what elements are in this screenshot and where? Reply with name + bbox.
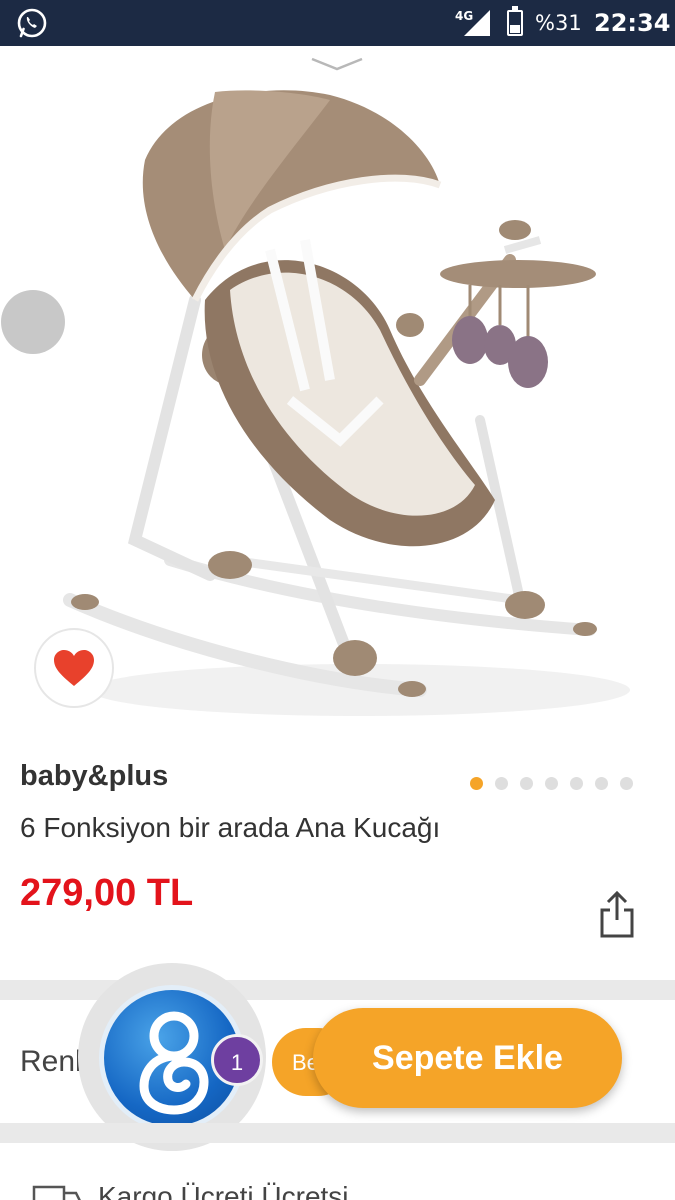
product-brand[interactable]: baby&plus: [20, 760, 168, 793]
pager-dot-7[interactable]: [620, 777, 633, 790]
pager-dot-4[interactable]: [545, 777, 558, 790]
add-to-cart-button[interactable]: Sepete Ekle: [313, 1008, 622, 1108]
favorite-button[interactable]: [34, 628, 114, 708]
pager-dot-2[interactable]: [495, 777, 508, 790]
shipping-row[interactable]: Kargo Ücreti Ücretsi: [0, 1143, 675, 1200]
clock: 22:34: [594, 9, 671, 37]
product-image-gallery[interactable]: [0, 46, 675, 740]
gallery-prev-button[interactable]: [1, 290, 65, 354]
pager-dot-1[interactable]: [470, 777, 483, 790]
product-price: 279,00 TL: [20, 872, 194, 914]
image-pager[interactable]: [470, 777, 633, 790]
share-icon[interactable]: [596, 890, 638, 940]
status-bar: 4G %31 22:34: [0, 0, 675, 46]
product-image: [63, 90, 630, 716]
heart-icon: [54, 650, 94, 686]
signal-icon: [464, 10, 490, 36]
pager-dot-3[interactable]: [520, 777, 533, 790]
notification-badge: 1: [211, 1034, 263, 1086]
shipping-text: Kargo Ücreti Ücretsi: [98, 1181, 349, 1200]
section-divider: [0, 1123, 675, 1143]
product-title: 6 Fonksiyon bir arada Ana Kucağı: [20, 812, 441, 843]
whatsapp-icon[interactable]: [16, 7, 48, 39]
battery-icon: [507, 6, 523, 36]
battery-percent: %31: [535, 11, 582, 35]
pager-dot-5[interactable]: [570, 777, 583, 790]
cargo-icon: [32, 1185, 81, 1200]
pager-dot-6[interactable]: [595, 777, 608, 790]
